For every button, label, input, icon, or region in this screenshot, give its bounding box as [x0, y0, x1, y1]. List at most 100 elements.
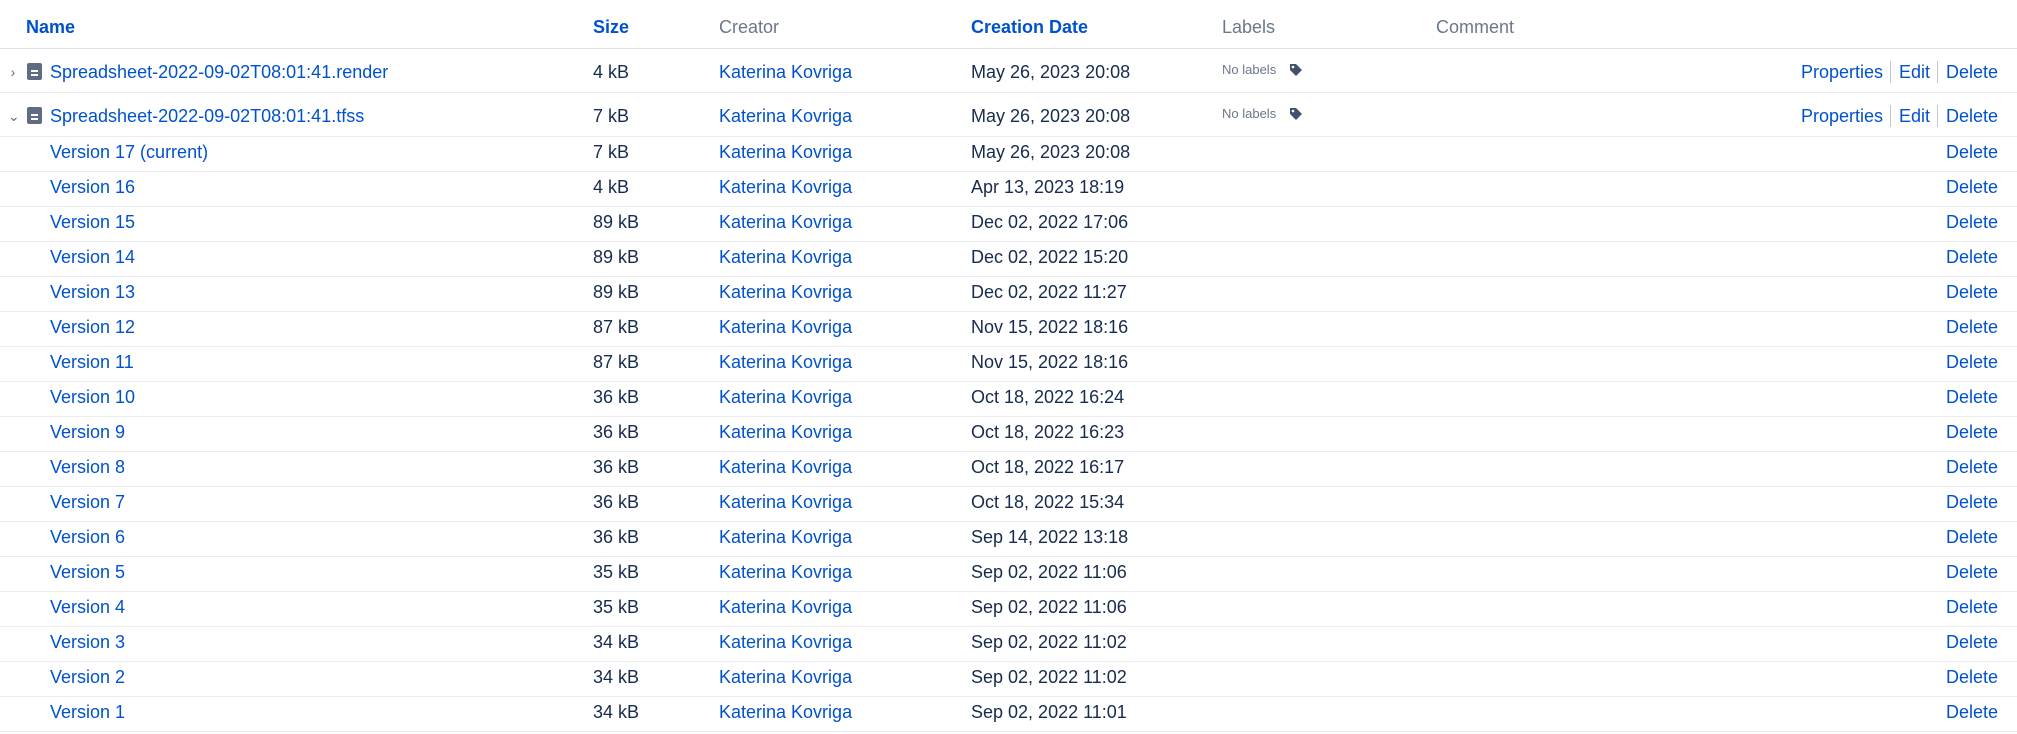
creator-link[interactable]: Katerina Kovriga: [719, 351, 852, 373]
version-size: 36 kB: [593, 492, 640, 512]
creator-link[interactable]: Katerina Kovriga: [719, 281, 852, 303]
version-size: 87 kB: [593, 352, 640, 372]
version-link[interactable]: Version 11: [50, 351, 134, 373]
tag-icon[interactable]: [1289, 107, 1303, 121]
version-row: Version 9 36 kB Katerina Kovriga Oct 18,…: [0, 417, 2017, 452]
creator-link[interactable]: Katerina Kovriga: [719, 526, 852, 548]
creator-link[interactable]: Katerina Kovriga: [719, 456, 852, 478]
properties-link[interactable]: Properties: [1801, 61, 1883, 83]
delete-link[interactable]: Delete: [1946, 701, 1998, 723]
version-row: Version 8 36 kB Katerina Kovriga Oct 18,…: [0, 452, 2017, 487]
version-row: Version 1 34 kB Katerina Kovriga Sep 02,…: [0, 697, 2017, 732]
creation-date: May 26, 2023 20:08: [971, 62, 1131, 82]
version-date: Dec 02, 2022 15:20: [971, 247, 1129, 267]
version-row: Version 5 35 kB Katerina Kovriga Sep 02,…: [0, 557, 2017, 592]
version-link[interactable]: Version 7: [50, 491, 125, 513]
version-row: Version 14 89 kB Katerina Kovriga Dec 02…: [0, 242, 2017, 277]
properties-link[interactable]: Properties: [1801, 105, 1883, 127]
column-header-name[interactable]: Name: [26, 16, 75, 38]
creator-link[interactable]: Katerina Kovriga: [719, 701, 852, 723]
delete-link[interactable]: Delete: [1946, 456, 1998, 478]
version-date: Dec 02, 2022 17:06: [971, 212, 1129, 232]
version-link[interactable]: Version 8: [50, 456, 125, 478]
version-link[interactable]: Version 9: [50, 421, 125, 443]
creator-link[interactable]: Katerina Kovriga: [719, 211, 852, 233]
creator-link[interactable]: Katerina Kovriga: [719, 421, 852, 443]
delete-link[interactable]: Delete: [1946, 246, 1998, 268]
delete-link[interactable]: Delete: [1946, 141, 1998, 163]
creator-link[interactable]: Katerina Kovriga: [719, 666, 852, 688]
delete-link[interactable]: Delete: [1946, 596, 1998, 618]
version-link[interactable]: Version 13: [50, 281, 135, 303]
delete-link[interactable]: Delete: [1946, 281, 1998, 303]
delete-link[interactable]: Delete: [1946, 61, 1998, 83]
delete-link[interactable]: Delete: [1946, 386, 1998, 408]
file-size: 4 kB: [593, 62, 630, 82]
version-link[interactable]: Version 3: [50, 631, 125, 653]
version-date: Oct 18, 2022 16:17: [971, 457, 1125, 477]
column-header-creation-date[interactable]: Creation Date: [971, 16, 1088, 38]
chevron-down-icon[interactable]: ⌄: [8, 109, 20, 123]
creator-link[interactable]: Katerina Kovriga: [719, 105, 852, 127]
version-date: May 26, 2023 20:08: [971, 142, 1131, 162]
version-link[interactable]: Version 16: [50, 176, 135, 198]
creation-date: May 26, 2023 20:08: [971, 106, 1131, 126]
version-size: 35 kB: [593, 562, 640, 582]
version-link[interactable]: Version 17 (current): [50, 141, 208, 163]
creator-link[interactable]: Katerina Kovriga: [719, 176, 852, 198]
version-link[interactable]: Version 2: [50, 666, 125, 688]
version-row: Version 10 36 kB Katerina Kovriga Oct 18…: [0, 382, 2017, 417]
delete-link[interactable]: Delete: [1946, 351, 1998, 373]
file-name-link[interactable]: Spreadsheet-2022-09-02T08:01:41.tfss: [50, 105, 364, 127]
version-link[interactable]: Version 4: [50, 596, 125, 618]
version-row: Version 15 89 kB Katerina Kovriga Dec 02…: [0, 207, 2017, 242]
version-size: 89 kB: [593, 247, 640, 267]
creator-link[interactable]: Katerina Kovriga: [719, 61, 852, 83]
delete-link[interactable]: Delete: [1946, 316, 1998, 338]
delete-link[interactable]: Delete: [1946, 211, 1998, 233]
creator-link[interactable]: Katerina Kovriga: [719, 491, 852, 513]
creator-link[interactable]: Katerina Kovriga: [719, 246, 852, 268]
version-date: Dec 02, 2022 11:27: [971, 282, 1127, 302]
labels-text: No labels: [1222, 62, 1277, 77]
delete-link[interactable]: Delete: [1946, 105, 1998, 127]
edit-link[interactable]: Edit: [1899, 105, 1930, 127]
creator-link[interactable]: Katerina Kovriga: [719, 561, 852, 583]
version-row: Version 11 87 kB Katerina Kovriga Nov 15…: [0, 347, 2017, 382]
file-icon: [27, 63, 42, 80]
column-header-size[interactable]: Size: [593, 16, 629, 38]
delete-link[interactable]: Delete: [1946, 526, 1998, 548]
version-row: Version 7 36 kB Katerina Kovriga Oct 18,…: [0, 487, 2017, 522]
delete-link[interactable]: Delete: [1946, 666, 1998, 688]
action-separator: [1937, 61, 1938, 83]
tag-icon[interactable]: [1289, 63, 1303, 77]
version-date: Sep 02, 2022 11:02: [971, 667, 1127, 687]
version-link[interactable]: Version 6: [50, 526, 125, 548]
version-link[interactable]: Version 5: [50, 561, 125, 583]
version-link[interactable]: Version 12: [50, 316, 135, 338]
delete-link[interactable]: Delete: [1946, 561, 1998, 583]
action-separator: [1890, 61, 1891, 83]
delete-link[interactable]: Delete: [1946, 631, 1998, 653]
version-date: Oct 18, 2022 16:23: [971, 422, 1125, 442]
chevron-right-icon[interactable]: ›: [8, 65, 18, 79]
creator-link[interactable]: Katerina Kovriga: [719, 141, 852, 163]
delete-link[interactable]: Delete: [1946, 176, 1998, 198]
delete-link[interactable]: Delete: [1946, 421, 1998, 443]
edit-link[interactable]: Edit: [1899, 61, 1930, 83]
version-size: 34 kB: [593, 667, 640, 687]
version-link[interactable]: Version 15: [50, 211, 135, 233]
version-date: Sep 02, 2022 11:06: [971, 597, 1127, 617]
version-link[interactable]: Version 1: [50, 701, 125, 723]
creator-link[interactable]: Katerina Kovriga: [719, 596, 852, 618]
version-link[interactable]: Version 10: [50, 386, 135, 408]
creator-link[interactable]: Katerina Kovriga: [719, 386, 852, 408]
creator-link[interactable]: Katerina Kovriga: [719, 316, 852, 338]
version-size: 35 kB: [593, 597, 640, 617]
version-link[interactable]: Version 14: [50, 246, 135, 268]
file-icon: [27, 107, 42, 124]
creator-link[interactable]: Katerina Kovriga: [719, 631, 852, 653]
file-name-link[interactable]: Spreadsheet-2022-09-02T08:01:41.render: [50, 61, 388, 83]
file-size: 7 kB: [593, 106, 630, 126]
delete-link[interactable]: Delete: [1946, 491, 1998, 513]
